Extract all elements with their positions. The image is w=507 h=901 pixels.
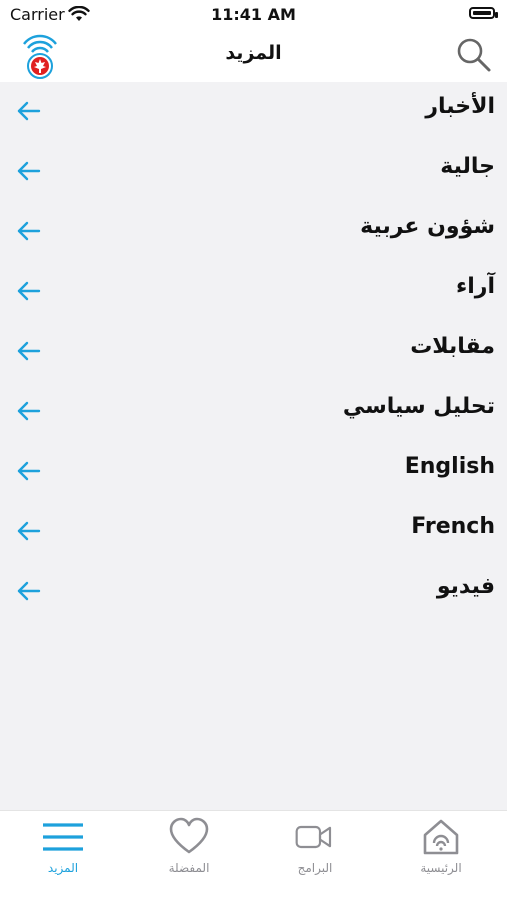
menu-item-video[interactable]: فيديو bbox=[0, 562, 507, 622]
arrow-left-icon bbox=[17, 521, 41, 541]
menu-item-label: French bbox=[411, 514, 495, 539]
menu-item-label: الأخبار bbox=[425, 94, 495, 119]
menu-item-label: جالية bbox=[440, 154, 495, 179]
arrow-left-icon bbox=[17, 461, 41, 481]
page-title: المزيد bbox=[225, 42, 282, 64]
menu-item-label: آراء bbox=[456, 274, 495, 299]
arrow-left-icon bbox=[17, 101, 41, 121]
menu-item-french[interactable]: French bbox=[0, 502, 507, 562]
tab-favorites[interactable]: المفضلة bbox=[126, 811, 252, 901]
tab-bar: المزيد المفضلة البرامج الرئيسية bbox=[0, 810, 507, 901]
menu-item-label: شؤون عربية bbox=[360, 214, 495, 239]
arrow-left-icon bbox=[17, 161, 41, 181]
navigation-bar: المزيد bbox=[0, 30, 507, 82]
tab-label: الرئيسية bbox=[420, 861, 462, 875]
arrow-left-icon bbox=[17, 341, 41, 361]
menu-item-label: English bbox=[404, 454, 495, 479]
menu-item-political-analysis[interactable]: تحليل سياسي bbox=[0, 382, 507, 442]
tab-home[interactable]: الرئيسية bbox=[378, 811, 504, 901]
tab-label: المفضلة bbox=[168, 861, 210, 875]
tab-more[interactable]: المزيد bbox=[0, 811, 126, 901]
search-icon[interactable] bbox=[455, 36, 493, 74]
home-icon bbox=[423, 819, 459, 855]
menu-item-community[interactable]: جالية bbox=[0, 142, 507, 202]
menu-item-news[interactable]: الأخبار bbox=[0, 82, 507, 142]
menu-item-english[interactable]: English bbox=[0, 442, 507, 502]
tab-label: البرامج bbox=[297, 861, 333, 875]
arrow-left-icon bbox=[17, 581, 41, 601]
battery-icon bbox=[469, 7, 498, 19]
menu-item-interviews[interactable]: مقابلات bbox=[0, 322, 507, 382]
menu-item-label: فيديو bbox=[436, 574, 495, 599]
arrow-left-icon bbox=[17, 281, 41, 301]
menu-item-label: تحليل سياسي bbox=[342, 394, 495, 419]
clock: 11:41 AM bbox=[211, 5, 296, 24]
arrow-left-icon bbox=[17, 401, 41, 421]
tab-programs[interactable]: البرامج bbox=[252, 811, 378, 901]
heart-icon bbox=[169, 817, 209, 854]
video-camera-icon bbox=[295, 825, 332, 849]
menu-item-arab-affairs[interactable]: شؤون عربية bbox=[0, 202, 507, 262]
tab-label: المزيد bbox=[47, 861, 79, 875]
menu-item-label: مقابلات bbox=[410, 334, 495, 359]
menu-item-opinions[interactable]: آراء bbox=[0, 262, 507, 322]
arrow-left-icon bbox=[17, 221, 41, 241]
menu-icon bbox=[43, 823, 83, 851]
menu-list: الأخبار جالية شؤون عربية آراء مقابلات تح… bbox=[0, 82, 507, 810]
status-bar: Carrier 11:41 AM bbox=[0, 0, 507, 30]
